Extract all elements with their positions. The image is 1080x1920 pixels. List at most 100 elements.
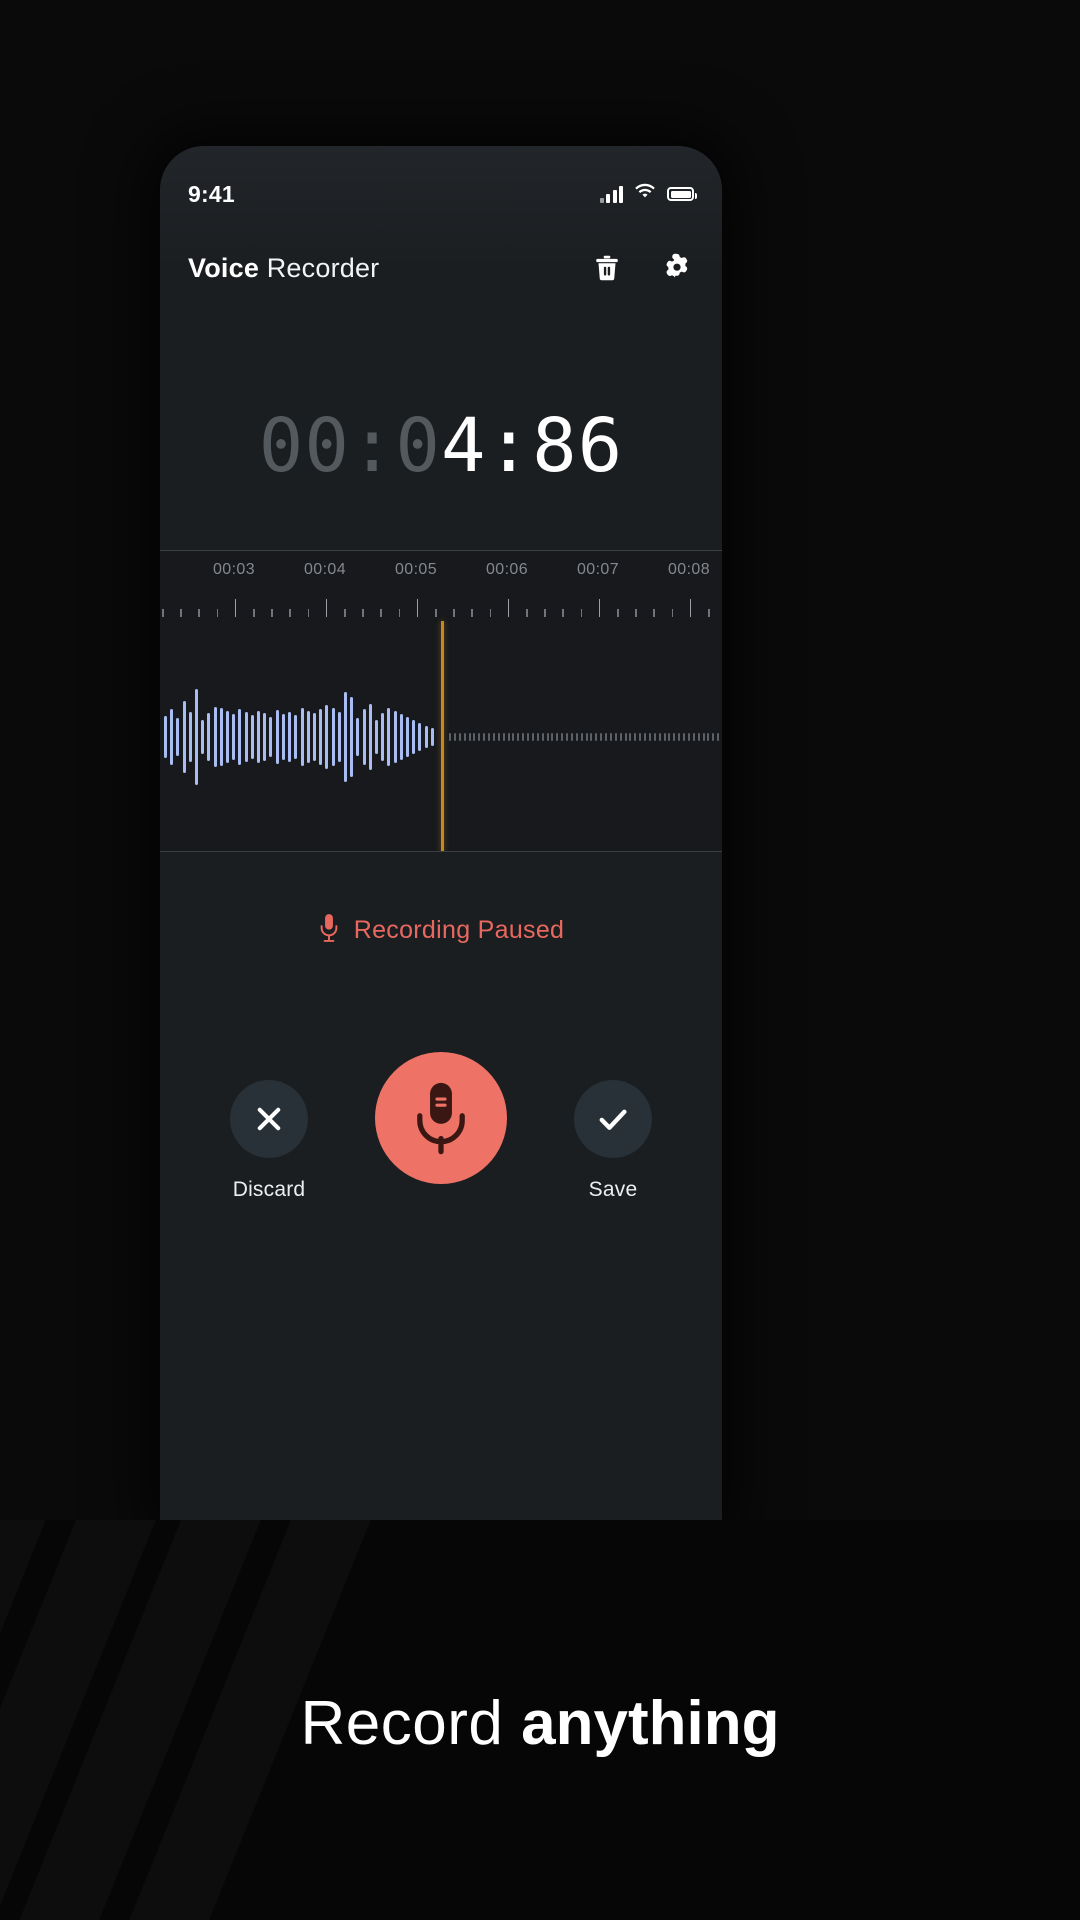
waveform-bar-future [502, 733, 505, 741]
waveform-bar-future [624, 733, 627, 741]
waveform-panel[interactable]: 00:03 00:04 00:05 00:06 00:07 00:08 [160, 550, 722, 852]
ruler-label: 00:07 [576, 561, 620, 578]
waveform-bar [374, 720, 378, 754]
waveform-bar [288, 712, 292, 762]
waveform-bar-future [639, 733, 642, 741]
waveform-bar [219, 708, 223, 766]
save-button[interactable]: Save [565, 1052, 661, 1202]
waveform-bar [306, 711, 310, 763]
waveform-bar [337, 712, 341, 762]
waveform-bar [176, 718, 180, 756]
waveform-bar [430, 728, 434, 746]
waveform-bar-future [512, 733, 515, 741]
waveform-bar-future [673, 733, 676, 741]
ruler-tick [653, 609, 655, 617]
promo-headline-regular: Record [300, 1689, 522, 1758]
ruler-tick [562, 609, 564, 617]
battery-full-icon [667, 187, 697, 201]
waveform-bar-future [492, 733, 495, 741]
waveform-bar-future [595, 733, 598, 741]
ruler-tick [471, 609, 473, 617]
waveform-bar-future [546, 733, 549, 741]
waveform-bar [170, 709, 174, 765]
waveform-bar-future [644, 733, 646, 741]
waveform-bar-future [605, 733, 607, 741]
timer-active-digits: 4:86 [441, 403, 624, 489]
waveform-bar-future [648, 733, 651, 741]
status-bar-clock: 9:41 [188, 180, 235, 207]
promo-headline: Record anything [0, 1688, 1080, 1759]
discard-button[interactable]: Discard [221, 1052, 317, 1202]
waveform-bar [387, 708, 391, 766]
waveform-bar-future [619, 733, 622, 741]
waveform-bar-future [453, 733, 456, 741]
waveform-bar [300, 708, 304, 766]
waveform-bar-future [585, 733, 588, 741]
playhead-indicator[interactable] [441, 621, 444, 851]
ruler-tick [307, 609, 310, 617]
app-header: Voice Recorder [160, 232, 722, 304]
app-header-actions [590, 251, 694, 285]
waveform-bar [412, 720, 416, 754]
waveform-bar [362, 709, 366, 765]
waveform-bar [281, 714, 285, 760]
phone-mockup: 9:41 Voice Recorder 00:04:86 00:03 00:04… [160, 146, 722, 1526]
waveform-bar [368, 704, 372, 770]
microphone-icon [417, 1082, 465, 1155]
ruler-tick [617, 609, 619, 617]
ruler-tick [708, 609, 710, 617]
ruler-tick [216, 609, 219, 617]
status-bar-icons [599, 183, 697, 205]
ruler-tick [289, 609, 291, 617]
cellular-signal-icon [599, 185, 623, 203]
waveform-bar-future [463, 733, 466, 741]
waveform-bar-future [629, 733, 632, 741]
waveform-bar-future [473, 733, 476, 741]
timeline-ruler-ticks [160, 595, 722, 617]
waveform-bar-future [663, 733, 666, 741]
ruler-tick [544, 609, 546, 617]
waveform-bar-future [488, 733, 490, 741]
waveform-bar [213, 707, 217, 767]
record-button-circle[interactable] [375, 1052, 507, 1184]
ruler-tick [580, 609, 583, 617]
gear-icon[interactable] [660, 251, 694, 285]
discard-button-circle[interactable] [230, 1080, 308, 1158]
waveform-bar-future [600, 733, 603, 741]
ruler-tick [380, 609, 382, 617]
waveform-bar-future [527, 733, 529, 741]
waveform-bar-future [707, 733, 710, 741]
ruler-tick [526, 609, 528, 617]
waveform-bar [269, 717, 273, 757]
ruler-label: 00:03 [212, 561, 256, 578]
ruler-tick [234, 599, 237, 617]
waveform-bar [381, 713, 385, 761]
waveform-bar [232, 714, 236, 760]
waveform-bar [418, 723, 422, 751]
timeline-ruler-labels: 00:03 00:04 00:05 00:06 00:07 00:08 [160, 561, 722, 587]
record-button[interactable] [375, 1052, 507, 1184]
waveform-bar-future [668, 733, 671, 741]
ruler-tick [489, 609, 492, 617]
status-bar: 9:41 [160, 174, 722, 214]
save-button-circle[interactable] [574, 1080, 652, 1158]
ruler-label: 00:08 [667, 561, 711, 578]
waveform-bar-future [566, 733, 568, 741]
trash-icon[interactable] [590, 251, 624, 285]
waveform-bars[interactable] [160, 621, 722, 851]
ruler-tick [435, 609, 437, 617]
waveform-bar-future [697, 733, 700, 741]
waveform-bar-future [634, 733, 637, 741]
waveform-bar [238, 709, 242, 765]
ruler-tick [271, 609, 273, 617]
checkmark-icon [599, 1109, 627, 1130]
waveform-bar [226, 711, 230, 763]
waveform-bar-future [678, 733, 681, 741]
waveform-bar-future [658, 733, 661, 741]
waveform-bar-future [717, 733, 720, 741]
waveform-bar-future [590, 733, 593, 741]
waveform-bar-future [692, 733, 695, 741]
ruler-tick [253, 609, 255, 617]
waveform-bar [331, 708, 335, 766]
waveform-bar [250, 715, 254, 759]
